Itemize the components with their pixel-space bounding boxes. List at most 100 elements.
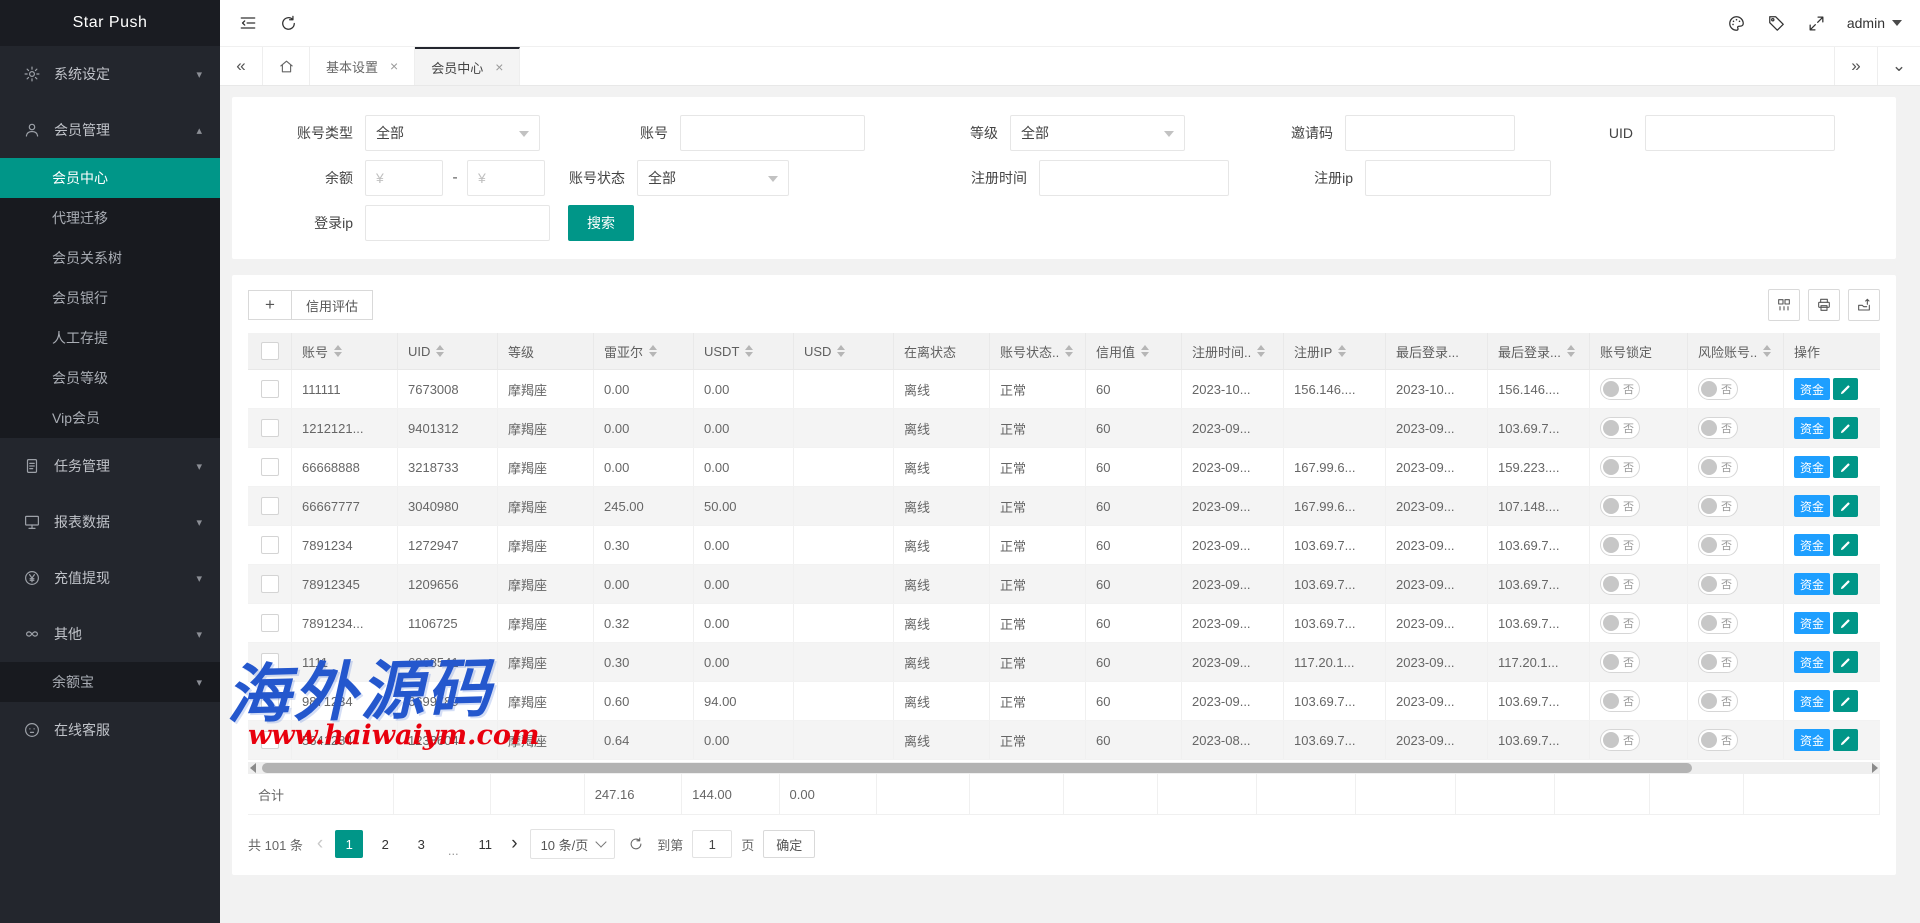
sidebar-subitem-1-5[interactable]: 会员等级	[0, 358, 220, 398]
page-size-select[interactable]: 10 条/页	[530, 829, 616, 859]
account-type-select[interactable]: 全部	[365, 115, 540, 151]
row-checkbox[interactable]	[261, 458, 279, 476]
column-header-account[interactable]: 账号	[292, 333, 398, 369]
lock-toggle[interactable]: 否	[1600, 417, 1640, 439]
sort-asc-icon[interactable]	[1338, 345, 1346, 350]
user-menu[interactable]: admin	[1837, 15, 1906, 31]
login-ip-input[interactable]	[365, 205, 550, 241]
sort-desc-icon[interactable]	[1065, 352, 1073, 357]
sidebar-item-0[interactable]: 系统设定▾	[0, 46, 220, 102]
home-tab[interactable]	[263, 47, 310, 85]
edit-button[interactable]	[1833, 612, 1858, 634]
page-button-2[interactable]: 2	[371, 830, 399, 858]
uid-input[interactable]	[1645, 115, 1835, 151]
goto-page-input[interactable]	[692, 830, 732, 858]
next-page-button[interactable]: ›	[508, 831, 520, 857]
close-tab-icon[interactable]: ×	[390, 58, 398, 74]
sort-asc-icon[interactable]	[1141, 345, 1149, 350]
sort-desc-icon[interactable]	[1763, 352, 1771, 357]
close-tab-icon[interactable]: ×	[495, 59, 503, 75]
collapse-menu-icon[interactable]	[228, 0, 268, 46]
confirm-page-button[interactable]: 确定	[763, 830, 815, 858]
column-header-status[interactable]: 账号状态..	[990, 333, 1086, 369]
sidebar-item-2[interactable]: 任务管理▾	[0, 438, 220, 494]
fullscreen-icon[interactable]	[1797, 0, 1837, 46]
sidebar-subitem-1-0[interactable]: 会员中心	[0, 158, 220, 198]
tabs-scroll-left-icon[interactable]: «	[220, 47, 263, 85]
edit-button[interactable]	[1833, 651, 1858, 673]
row-checkbox[interactable]	[261, 575, 279, 593]
scroll-left-arrow-icon[interactable]	[250, 763, 256, 773]
page-button-3[interactable]: 3	[407, 830, 435, 858]
register-ip-input[interactable]	[1365, 160, 1551, 196]
refresh-table-icon[interactable]	[624, 832, 648, 856]
column-header-risk[interactable]: 风险账号..	[1688, 333, 1784, 369]
sort-icon[interactable]	[1763, 345, 1771, 357]
tabs-scroll-right-icon[interactable]: »	[1834, 47, 1877, 85]
horizontal-scrollbar[interactable]	[248, 762, 1880, 774]
sidebar-item-4[interactable]: 充值提现▾	[0, 550, 220, 606]
sort-icon[interactable]	[1567, 345, 1575, 357]
fund-button[interactable]: 资金	[1794, 417, 1830, 439]
edit-button[interactable]	[1833, 378, 1858, 400]
fund-button[interactable]: 资金	[1794, 456, 1830, 478]
sort-desc-icon[interactable]	[837, 352, 845, 357]
column-header-credit[interactable]: 信用值	[1086, 333, 1182, 369]
sidebar-item-3[interactable]: 报表数据▾	[0, 494, 220, 550]
sort-icon[interactable]	[436, 345, 444, 357]
lock-toggle[interactable]: 否	[1600, 378, 1640, 400]
tabs-menu-icon[interactable]: ⌄	[1877, 47, 1920, 85]
sidebar-item-5[interactable]: 其他▾	[0, 606, 220, 662]
sort-asc-icon[interactable]	[1763, 345, 1771, 350]
risk-toggle[interactable]: 否	[1698, 573, 1738, 595]
sort-asc-icon[interactable]	[1567, 345, 1575, 350]
account-status-select[interactable]: 全部	[637, 160, 789, 196]
sort-desc-icon[interactable]	[334, 352, 342, 357]
column-header-reg_ip[interactable]: 注册IP	[1284, 333, 1386, 369]
risk-toggle[interactable]: 否	[1698, 534, 1738, 556]
sidebar-subitem-1-1[interactable]: 代理迁移	[0, 198, 220, 238]
edit-button[interactable]	[1833, 729, 1858, 751]
risk-toggle[interactable]: 否	[1698, 417, 1738, 439]
sort-icon[interactable]	[1065, 345, 1073, 357]
row-checkbox[interactable]	[261, 614, 279, 632]
column-header-usd[interactable]: USD	[794, 333, 894, 369]
sort-desc-icon[interactable]	[1338, 352, 1346, 357]
add-member-button[interactable]: +	[248, 290, 292, 320]
balance-max-input[interactable]	[467, 160, 545, 196]
sort-asc-icon[interactable]	[436, 345, 444, 350]
columns-filter-icon[interactable]	[1768, 289, 1800, 321]
lock-toggle[interactable]: 否	[1600, 456, 1640, 478]
sidebar-item-6[interactable]: 在线客服	[0, 702, 220, 758]
sort-asc-icon[interactable]	[837, 345, 845, 350]
sort-icon[interactable]	[334, 345, 342, 357]
fund-button[interactable]: 资金	[1794, 651, 1830, 673]
page-button-1[interactable]: 1	[335, 830, 363, 858]
row-checkbox[interactable]	[261, 731, 279, 749]
sort-asc-icon[interactable]	[649, 345, 657, 350]
sort-icon[interactable]	[837, 345, 845, 357]
fund-button[interactable]: 资金	[1794, 690, 1830, 712]
sort-desc-icon[interactable]	[1257, 352, 1265, 357]
sort-asc-icon[interactable]	[1257, 345, 1265, 350]
fund-button[interactable]: 资金	[1794, 729, 1830, 751]
edit-button[interactable]	[1833, 417, 1858, 439]
risk-toggle[interactable]: 否	[1698, 729, 1738, 751]
sort-desc-icon[interactable]	[1567, 352, 1575, 357]
sidebar-subitem-1-3[interactable]: 会员银行	[0, 278, 220, 318]
level-select[interactable]: 全部	[1010, 115, 1185, 151]
export-icon[interactable]	[1848, 289, 1880, 321]
account-input[interactable]	[680, 115, 865, 151]
sort-desc-icon[interactable]	[1141, 352, 1149, 357]
search-button[interactable]: 搜索	[568, 205, 634, 241]
theme-palette-icon[interactable]	[1717, 0, 1757, 46]
fund-button[interactable]: 资金	[1794, 612, 1830, 634]
sort-icon[interactable]	[745, 345, 753, 357]
sort-asc-icon[interactable]	[745, 345, 753, 350]
edit-button[interactable]	[1833, 690, 1858, 712]
risk-toggle[interactable]: 否	[1698, 690, 1738, 712]
print-icon[interactable]	[1808, 289, 1840, 321]
sort-icon[interactable]	[649, 345, 657, 357]
risk-toggle[interactable]: 否	[1698, 651, 1738, 673]
row-checkbox[interactable]	[261, 419, 279, 437]
